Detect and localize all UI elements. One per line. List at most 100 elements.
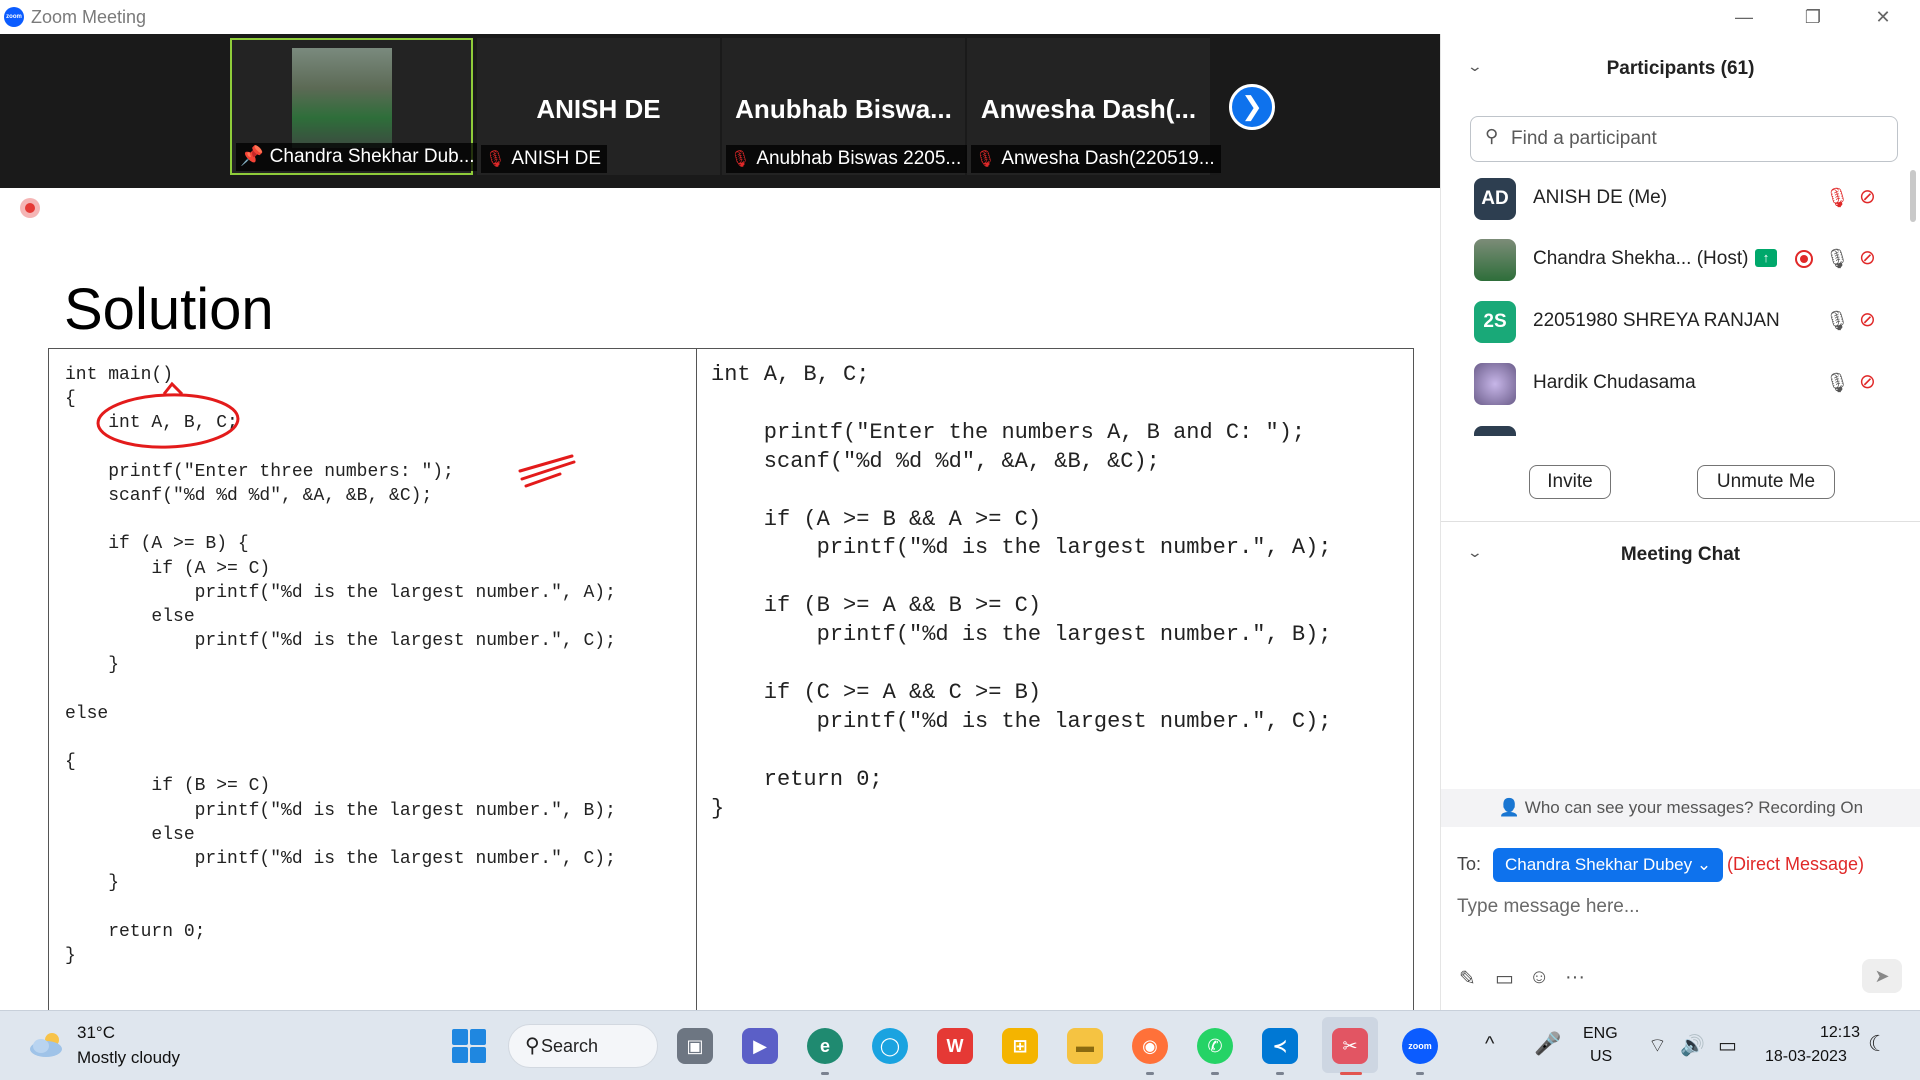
annotation-circle [96,393,240,449]
participant-name: Chandra Shekha... (Host) [1533,248,1749,269]
muted-mic-icon[interactable]: 🎙 [1825,186,1849,210]
mic-icon[interactable]: 🎙 [1825,371,1849,395]
active-indicator [1340,1072,1362,1075]
language-indicator[interactable]: ENG [1583,1025,1618,1043]
avatar [1474,239,1516,281]
edge-icon[interactable]: e [807,1028,843,1064]
wifi-icon[interactable]: ⌔ [1648,1033,1667,1058]
file-icon[interactable]: ▭ [1495,966,1514,991]
clock-date[interactable]: 18-03-2023 [1765,1048,1847,1066]
chevron-down-icon: ⌄ [1696,855,1712,874]
search-icon: ⚲ [1485,126,1499,146]
video-tile-anubhab[interactable]: Anubhab Biswa... 🎙 Anubhab Biswas 2205... [722,38,968,175]
invite-button[interactable]: Invite [1529,465,1611,499]
tile-name-label: 🎙 Anubhab Biswas 2205... [726,145,968,173]
weather-description[interactable]: Mostly cloudy [77,1048,180,1068]
taskbar: 31°C Mostly cloudy ⚲ Search ▣ ▶ e ◯ W ⊞ ▬… [0,1010,1920,1080]
avatar: AD [1474,178,1516,220]
volume-icon[interactable]: 🔊 [1680,1033,1705,1058]
chat-title: Meeting Chat [1620,544,1741,565]
unmute-me-button[interactable]: Unmute Me [1697,465,1835,499]
recording-icon [1795,250,1813,268]
emoji-icon[interactable]: ☺ [1529,966,1549,989]
muted-mic-icon: 🎙 [975,151,996,168]
meet-now-icon[interactable]: ▶ [742,1028,778,1064]
scrollbar[interactable] [1910,170,1916,222]
avatar [1474,426,1516,436]
video-tile-anish[interactable]: ANISH DE 🎙 ANISH DE [477,38,720,175]
tile-name-label: 🎙 Anwesha Dash(220519... [971,145,1221,173]
tile-name-label: 🎙 ANISH DE [481,145,608,173]
snipping-tool-icon[interactable]: ✂ [1332,1028,1368,1064]
weather-temperature[interactable]: 31°C [77,1023,115,1043]
video-tile-chandra[interactable]: 📌 Chandra Shekhar Dub... [230,38,481,175]
mic-icon[interactable]: 🎙 [1825,247,1849,271]
annotation-layer [96,381,576,488]
tile-display-name: Anwesha Dash(... [980,94,1197,124]
side-panel: ⌄ Participants (61) ⚲ AD ANISH DE (Me) 🎙… [1440,34,1920,1010]
people-icon: 👤 [1498,798,1525,817]
pin-icon: 📌 [240,146,264,167]
muted-mic-icon: 🎙 [730,151,751,168]
search-icon: ⚲ [525,1035,540,1057]
participant-search-input[interactable] [1511,125,1881,153]
vscode-icon[interactable]: ≺ [1262,1028,1298,1064]
minimize-button[interactable]: — [1714,2,1774,32]
mic-icon[interactable]: 🎙 [1825,309,1849,333]
firefox-icon[interactable]: ◉ [1132,1028,1168,1064]
cloud-icon[interactable] [28,1031,66,1057]
muted-mic-icon: 🎙 [485,151,506,168]
format-icon[interactable]: ✎ [1459,966,1476,991]
recipient-dropdown[interactable]: Chandra Shekhar Dubey ⌄ [1493,848,1724,882]
battery-icon[interactable]: ▭ [1718,1033,1737,1058]
participant-name: ANISH DE (Me) [1533,187,1668,208]
participant-row[interactable]: 2S 22051980 SHREYA RANJAN 🎙 ⊘ [1441,292,1911,352]
share-screen-badge: ↑ [1755,249,1777,267]
running-indicator [1211,1072,1219,1075]
chat-privacy-notice[interactable]: 👤 Who can see your messages? Recording O… [1441,789,1920,827]
running-indicator [1276,1072,1284,1075]
participant-search[interactable]: ⚲ [1470,116,1898,162]
video-tile-anwesha[interactable]: Anwesha Dash(... 🎙 Anwesha Dash(220519... [967,38,1221,175]
participant-row[interactable]: AD ANISH DE (Me) 🎙 ⊘ [1441,169,1911,229]
more-icon[interactable]: ··· [1565,966,1585,989]
send-icon[interactable]: ➤ [1862,959,1902,993]
divider [1441,521,1920,522]
avatar [1474,363,1516,405]
keyboard-layout[interactable]: US [1590,1048,1612,1066]
microphone-in-use-icon[interactable]: 🎤 [1534,1031,1561,1057]
participant-row[interactable]: Chandra Shekha... (Host) ↑ 🎙 ⊘ [1441,230,1911,290]
restore-button[interactable]: ❐ [1783,2,1843,32]
video-off-icon[interactable]: ⊘ [1859,245,1876,270]
wps-office-icon[interactable]: W [937,1028,973,1064]
windows-start-icon[interactable] [452,1029,486,1063]
zoom-icon[interactable]: zoom [1402,1028,1438,1064]
task-view-icon[interactable]: ▣ [677,1028,713,1064]
avatar: 2S [1474,301,1516,343]
annotation-tick [518,454,576,488]
shared-screen: Solution int main() { int A, B, C; print… [0,188,1440,1010]
direct-message-label: (Direct Message) [1727,854,1865,874]
zoom-app-icon: zoom [4,7,24,27]
running-indicator [1146,1072,1154,1075]
participant-video [292,48,392,148]
video-off-icon[interactable]: ⊘ [1859,307,1876,332]
cortana-icon[interactable]: ◯ [872,1028,908,1064]
file-explorer-icon[interactable]: ▬ [1067,1028,1103,1064]
whatsapp-icon[interactable]: ✆ [1197,1028,1233,1064]
running-indicator [1416,1072,1424,1075]
microsoft-store-icon[interactable]: ⊞ [1002,1028,1038,1064]
chat-message-input[interactable] [1457,892,1897,922]
tile-display-name: Anubhab Biswa... [735,94,952,124]
clock-time[interactable]: 12:13 [1820,1024,1860,1042]
taskbar-search[interactable]: ⚲ Search [508,1024,658,1068]
chevron-up-icon[interactable]: ^ [1485,1033,1494,1056]
window-title: Zoom Meeting [31,7,147,27]
participant-row[interactable]: Hardik Chudasama 🎙 ⊘ [1441,354,1911,414]
close-button[interactable]: ✕ [1853,2,1913,32]
focus-assist-icon[interactable]: ☾ [1868,1031,1888,1057]
to-label: To: [1457,854,1482,874]
video-off-icon[interactable]: ⊘ [1859,369,1876,394]
next-page-icon[interactable]: ❯ [1229,84,1275,130]
video-off-icon[interactable]: ⊘ [1859,184,1876,209]
